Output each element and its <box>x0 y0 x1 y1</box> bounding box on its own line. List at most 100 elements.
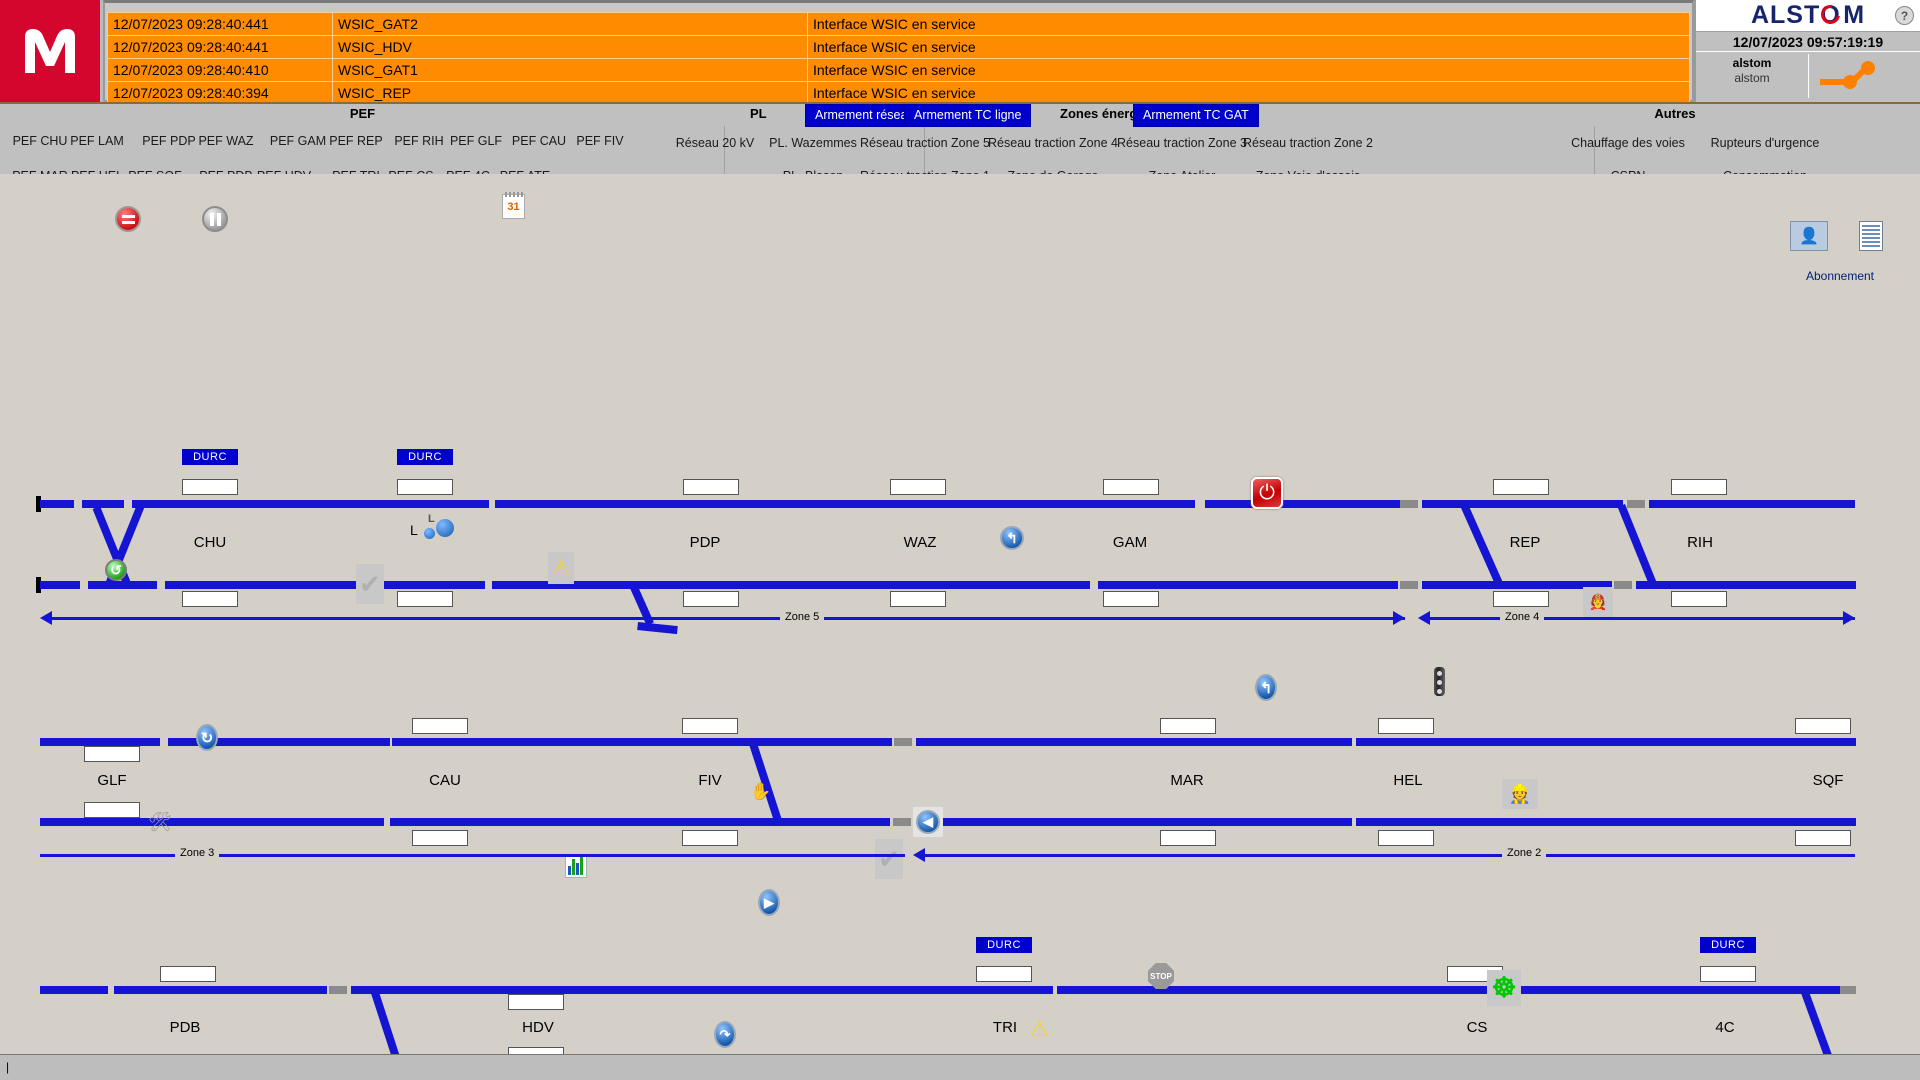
stop-circle-icon[interactable] <box>115 206 141 232</box>
forward-arrow-circle-icon[interactable]: ↷ <box>714 1021 736 1048</box>
alarm-table: 12/07/2023 09:28:40:441 WSIC_GAT2 Interf… <box>107 12 1690 105</box>
alarm-list-panel[interactable]: 12/07/2023 09:28:40:441 WSIC_GAT2 Interf… <box>103 0 1694 105</box>
green-signal-plate-icon[interactable]: ☸ <box>1487 970 1521 1006</box>
top-bar: 12/07/2023 09:28:40:441 WSIC_GAT2 Interf… <box>0 0 1920 105</box>
indicator-box[interactable] <box>84 746 140 762</box>
menu-item-pef-waz[interactable]: PEF WAZ <box>190 134 262 148</box>
menu-group-pef: PEF PEF CHU PEF LAM PEF PDP PEF WAZ PEF … <box>0 104 725 183</box>
abonnement-user-icon[interactable]: 👤 <box>1790 221 1828 251</box>
indicator-box[interactable] <box>1378 718 1434 734</box>
zone-label-zone5: Zone 5 <box>780 611 825 623</box>
calendar-icon[interactable]: 31 <box>502 192 525 219</box>
durc-button[interactable]: DURC <box>182 449 238 465</box>
indicator-box[interactable] <box>890 479 946 495</box>
indicator-box[interactable] <box>1795 718 1851 734</box>
person-alert-icon[interactable]: 🧑‍🚒 <box>1583 587 1613 617</box>
table-row[interactable]: 12/07/2023 09:28:40:410 WSIC_GAT1 Interf… <box>107 58 1690 82</box>
indicator-box[interactable] <box>682 718 738 734</box>
rail-gap-block <box>1840 986 1856 994</box>
signal-post-icon[interactable] <box>1434 667 1445 696</box>
indicator-box[interactable] <box>683 479 739 495</box>
user-info: alstom alstom <box>1696 52 1920 100</box>
menu-item-reseau-traction-zone-2[interactable]: Réseau traction Zone 2 <box>1208 136 1408 150</box>
play-circle-icon[interactable]: ▶ <box>758 889 780 916</box>
refresh-circle-icon[interactable]: ↻ <box>196 724 218 751</box>
stop-sign-icon[interactable]: STOP <box>1148 963 1174 989</box>
checkmark-plate-icon[interactable]: ✔ <box>356 564 384 604</box>
rail-segment <box>1098 581 1398 589</box>
help-icon[interactable]: ? <box>1895 6 1914 25</box>
rail-segment <box>40 818 384 826</box>
indicator-box[interactable] <box>890 591 946 607</box>
abonnement-label[interactable]: Abonnement <box>1800 269 1880 283</box>
indicator-box[interactable] <box>1160 718 1216 734</box>
rail-segment <box>40 738 160 746</box>
indicator-box[interactable] <box>508 994 564 1010</box>
indicator-box[interactable] <box>1493 591 1549 607</box>
menu-item-pef-lam[interactable]: PEF LAM <box>61 134 133 148</box>
bar-chart-icon[interactable] <box>565 854 587 878</box>
indicator-box[interactable] <box>683 591 739 607</box>
indicator-box[interactable] <box>397 479 453 495</box>
indicator-box[interactable] <box>182 479 238 495</box>
green-refresh-icon[interactable]: ↺ <box>105 559 127 581</box>
indicator-box[interactable] <box>182 591 238 607</box>
left-arrow-circle-icon[interactable]: ◀ <box>913 807 943 837</box>
back-arrow-circle-icon[interactable]: ↰ <box>1255 674 1277 701</box>
durc-button[interactable]: DURC <box>397 449 453 465</box>
wrench-tool-icon[interactable]: 🛠 <box>148 810 172 834</box>
pause-circle-icon[interactable] <box>202 206 228 232</box>
menu-item-pef-glf[interactable]: PEF GLF <box>440 134 512 148</box>
rail-gap-block <box>329 986 347 994</box>
indicator-box[interactable] <box>412 718 468 734</box>
table-row[interactable]: 12/07/2023 09:28:40:441 WSIC_GAT2 Interf… <box>107 12 1690 36</box>
indicator-box[interactable] <box>1160 830 1216 846</box>
indicator-box[interactable] <box>1103 479 1159 495</box>
durc-button[interactable]: DURC <box>976 937 1032 953</box>
indicator-box[interactable] <box>160 966 216 982</box>
indicator-box[interactable] <box>397 591 453 607</box>
menu-group-zones-traction: Zones énergie de traction Armement TC li… <box>860 104 1595 183</box>
indicator-box[interactable] <box>682 830 738 846</box>
warning-triangle-icon[interactable]: ⚠ <box>1030 1017 1049 1042</box>
indicator-box[interactable] <box>1700 966 1756 982</box>
rail-segment <box>1356 818 1856 826</box>
indicator-box[interactable] <box>976 966 1032 982</box>
alstom-logo-o: O <box>1817 1 1844 30</box>
station-label-4c: 4C <box>1715 1019 1735 1036</box>
indicator-box[interactable] <box>1378 830 1434 846</box>
alarm-message: Interface WSIC en service <box>807 12 1690 36</box>
worker-plate-icon[interactable]: 👷 <box>1502 779 1538 809</box>
armement-tc-gat-button[interactable]: Armement TC GAT <box>1133 104 1259 127</box>
zone-label-zone3: Zone 3 <box>175 847 220 859</box>
warning-plate-icon[interactable]: ⚠ <box>548 552 574 584</box>
station-label-fiv: FIV <box>698 772 722 789</box>
indicator-box[interactable] <box>1493 479 1549 495</box>
durc-button[interactable]: DURC <box>1700 937 1756 953</box>
warning-triangle-icon: ⚠ <box>552 557 570 579</box>
menu-item-pef-rep[interactable]: PEF REP <box>320 134 392 148</box>
zone-line <box>1430 617 1855 620</box>
armement-tc-ligne-button[interactable]: Armement TC ligne <box>904 104 1032 127</box>
rail-segment <box>495 500 1195 508</box>
checkmark-plate-icon[interactable]: ✔ <box>875 839 903 879</box>
indicator-box[interactable] <box>1103 591 1159 607</box>
indicator-box[interactable] <box>1795 830 1851 846</box>
alstom-logo-text-a: ALST <box>1750 1 1821 29</box>
back-arrow-circle-icon[interactable]: ↰ <box>1000 526 1024 550</box>
indicator-box[interactable] <box>412 830 468 846</box>
menu-group-title: PEF <box>349 106 376 121</box>
menu-item-pef-fiv[interactable]: PEF FIV <box>564 134 636 148</box>
lam-station-marker[interactable]: L L <box>410 513 454 539</box>
indicator-box[interactable] <box>1671 591 1727 607</box>
redo-arrow-icon: ↷ <box>714 1021 736 1048</box>
hand-pointer-icon[interactable]: ✋ <box>750 782 771 802</box>
document-icon[interactable] <box>1859 221 1883 251</box>
indicator-box[interactable] <box>1671 479 1727 495</box>
indicator-box[interactable] <box>84 802 140 818</box>
undo-arrow-icon: ↰ <box>1255 674 1277 701</box>
alarm-source: WSIC_GAT1 <box>332 58 808 82</box>
power-button-icon[interactable]: ⏻ <box>1251 477 1283 509</box>
table-row[interactable]: 12/07/2023 09:28:40:441 WSIC_HDV Interfa… <box>107 35 1690 59</box>
menu-item-rupteurs-urgence[interactable]: Rupteurs d'urgence <box>1665 136 1865 150</box>
